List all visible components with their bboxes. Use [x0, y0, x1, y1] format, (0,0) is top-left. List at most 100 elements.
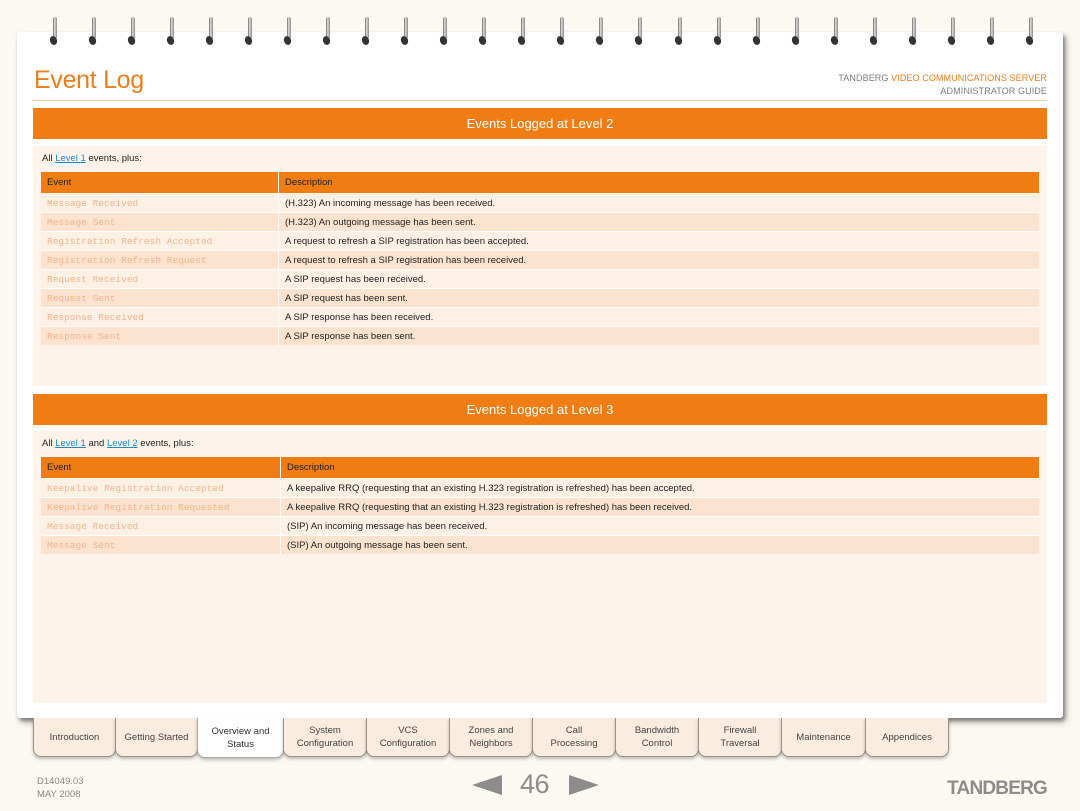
table-row: Response Sent A SIP response has been sen…: [41, 326, 1039, 345]
tab-label-line: Status: [227, 738, 254, 750]
binding-ring-icon: [126, 17, 140, 49]
tab-system[interactable]: System Configuration: [283, 718, 367, 757]
binding-ring-icon: [360, 17, 374, 49]
event-description: (H.323) An incoming message has been rec…: [279, 193, 1039, 212]
level-link[interactable]: Level 1: [55, 153, 86, 164]
section-intro: All Level 1 events, plus:: [42, 153, 142, 164]
tab-label-line: Getting Started: [124, 731, 189, 743]
events-table-level-2: Event Description Message Received (H.323…: [41, 172, 1039, 345]
header-divider: [32, 100, 1047, 101]
event-name: Message Received: [41, 193, 279, 212]
tab-label-line: System: [309, 725, 341, 736]
tab-label: Zones and Neighbors: [469, 724, 514, 750]
event-name: Registration Refresh Request: [41, 250, 279, 269]
binding-ring-icon: [829, 17, 843, 49]
event-name: Message Sent: [41, 212, 279, 231]
brand-header: TANDBERG VIDEO COMMUNICATIONS SERVER ADM…: [838, 72, 1047, 98]
intro-text: and: [85, 438, 107, 449]
tab-bandwidth[interactable]: Bandwidth Control: [615, 718, 699, 757]
tab-label: Getting Started: [125, 731, 189, 744]
event-name: Keepalive Registration Accepted: [41, 478, 281, 497]
tab-label-line: Firewall: [723, 725, 757, 736]
binding-ring-icon: [751, 17, 765, 49]
tab-introduction[interactable]: Introduction: [33, 718, 116, 757]
binding-ring-icon: [282, 17, 296, 49]
tab-label: System Configuration: [297, 724, 354, 750]
tab-getting-started[interactable]: Getting Started: [115, 718, 198, 757]
tab-label: Bandwidth Control: [635, 724, 679, 750]
event-description: A SIP request has been sent.: [279, 288, 1039, 307]
tab-zones-and[interactable]: Zones and Neighbors: [449, 718, 533, 757]
tab-appendices[interactable]: Appendices: [865, 718, 949, 757]
event-description: A keepalive RRQ (requesting that an exis…: [281, 478, 1039, 497]
level-link[interactable]: Level 1: [55, 438, 86, 449]
tab-call[interactable]: Call Processing: [532, 718, 616, 757]
tab-label-line: Introduction: [49, 731, 100, 743]
event-description: A SIP request has been received.: [279, 269, 1039, 288]
chapter-tabs: Introduction Getting Started Overview and S…: [33, 718, 949, 758]
binding-ring-icon: [243, 17, 257, 49]
binding-ring-icon: [204, 17, 218, 49]
tab-label-line: Overview and: [211, 725, 270, 737]
binding-ring-icon: [946, 17, 960, 49]
triangle-left-icon[interactable]: [472, 774, 502, 795]
tab-overview-and[interactable]: Overview and Status: [197, 718, 284, 758]
tab-label-line: Configuration: [379, 738, 437, 749]
event-description: A request to refresh a SIP registration …: [279, 231, 1039, 250]
binding-ring-icon: [516, 17, 530, 49]
brand-guide-title: ADMINISTRATOR GUIDE: [940, 86, 1047, 96]
level-link[interactable]: Level 2: [107, 438, 138, 449]
tab-label: Call Processing: [551, 724, 598, 750]
tab-firewall[interactable]: Firewall Traversal: [698, 718, 782, 757]
table-row: Keepalive Registration Requested A keepal…: [41, 497, 1039, 516]
binding-ring-icon: [555, 17, 569, 49]
table-row: Response Received A SIP response has been…: [41, 307, 1039, 326]
table-row: Message Received (H.323) An incoming mess…: [41, 193, 1039, 212]
section-intro: All Level 1 and Level 2 events, plus:: [42, 438, 194, 449]
intro-text: events, plus:: [85, 153, 142, 164]
intro-text: All: [42, 153, 56, 164]
binding-ring-icon: [48, 17, 62, 49]
events-table-level-3: Event Description Keepalive Registration…: [41, 457, 1039, 554]
tab-vcs[interactable]: VCS Configuration: [366, 718, 450, 757]
tab-label-line: Processing: [550, 738, 598, 749]
binding-ring-icon: [594, 17, 608, 49]
binding-ring-icon: [790, 17, 804, 49]
table-row: Registration Refresh Request A request to…: [41, 250, 1039, 269]
event-description: A request to refresh a SIP registration …: [279, 250, 1039, 269]
column-header-event: Event: [41, 457, 281, 478]
binding-ring-icon: [477, 17, 491, 49]
event-name: Registration Refresh Accepted: [41, 231, 279, 250]
document-date: MAY 2008: [37, 789, 81, 800]
tab-label: Appendices: [882, 731, 932, 744]
binding-ring-icon: [438, 17, 452, 49]
binding-ring-icon: [907, 17, 921, 49]
tab-maintenance[interactable]: Maintenance: [781, 718, 866, 757]
page-navigation: 46: [472, 769, 600, 800]
event-description: A SIP response has been received.: [279, 307, 1039, 326]
tab-label: Firewall Traversal: [720, 724, 759, 750]
triangle-right-icon[interactable]: [569, 774, 600, 795]
binding-ring-icon: [1024, 17, 1038, 49]
table-row: Message Sent (H.323) An outgoing message …: [41, 212, 1039, 231]
binding-ring-icon: [165, 17, 179, 49]
binding-ring-icon: [985, 17, 999, 49]
binding-ring-icon: [712, 17, 726, 49]
column-header-event: Event: [41, 172, 279, 193]
section-body-level-3: All Level 1 and Level 2 events, plus: Ev…: [33, 431, 1047, 703]
event-description: (H.323) An outgoing message has been sen…: [279, 212, 1039, 231]
event-description: (SIP) An incoming message has been recei…: [281, 516, 1039, 535]
section-header-level-2: Events Logged at Level 2: [33, 108, 1047, 139]
document-info: D14049.03 MAY 2008: [37, 775, 83, 801]
table-row: Message Sent (SIP) An outgoing message ha…: [41, 535, 1039, 554]
section-body-level-2: All Level 1 events, plus: Event Descript…: [33, 146, 1047, 386]
tab-label: Introduction: [50, 731, 100, 744]
event-description: (SIP) An outgoing message has been sent.: [281, 535, 1039, 554]
table-row: Request Received A SIP request has been r…: [41, 269, 1039, 288]
tab-label-line: Appendices: [882, 731, 932, 743]
document-id: D14049.03: [37, 776, 84, 787]
tab-label: Overview and Status: [211, 725, 269, 751]
tab-label-line: Zones and: [468, 725, 514, 736]
event-name: Response Sent: [41, 326, 279, 345]
binding-ring-icon: [673, 17, 687, 49]
